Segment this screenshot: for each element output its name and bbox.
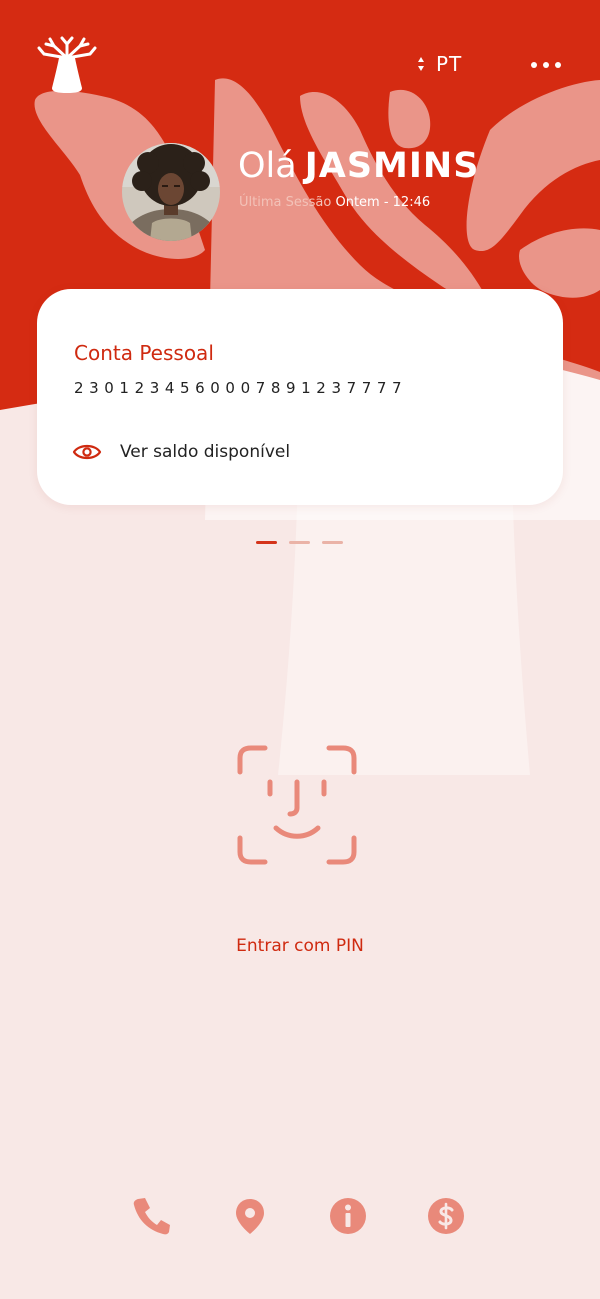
location-pin-icon[interactable] — [230, 1196, 270, 1236]
show-balance-label: Ver saldo disponível — [120, 442, 291, 462]
face-id-icon[interactable] — [236, 744, 358, 866]
more-options-icon[interactable] — [530, 58, 562, 72]
bank-logo-icon — [37, 36, 97, 93]
carousel-dot[interactable] — [322, 541, 343, 544]
eye-icon — [72, 444, 102, 460]
background-trunk-shape — [278, 470, 530, 775]
account-number: 2301234560007891237777 — [74, 379, 408, 397]
carousel-indicator — [256, 541, 343, 544]
user-name: JASMINS — [304, 146, 480, 186]
phone-icon[interactable] — [132, 1196, 172, 1236]
language-selector[interactable]: PT — [416, 50, 462, 78]
dollar-icon[interactable] — [426, 1196, 466, 1236]
greeting-label: Olá — [238, 146, 297, 186]
carousel-dot-active[interactable] — [256, 541, 277, 544]
show-balance-button[interactable]: Ver saldo disponível — [72, 439, 290, 465]
login-screen: PT Olá JASMINS Última Sessão Ontem - 12:4… — [0, 0, 600, 1299]
enter-with-pin-link[interactable]: Entrar com PIN — [0, 936, 600, 956]
last-session-value: Ontem - 12:46 — [335, 195, 431, 210]
carousel-dot[interactable] — [289, 541, 310, 544]
account-title: Conta Pessoal — [74, 341, 214, 365]
greeting: Olá JASMINS — [238, 146, 479, 186]
last-session-label: Última Sessão — [239, 195, 332, 210]
info-icon[interactable] — [328, 1196, 368, 1236]
sort-arrows-icon — [418, 57, 424, 71]
user-photo — [122, 143, 220, 241]
account-card[interactable]: Conta Pessoal 2301234560007891237777 Ver… — [37, 289, 563, 505]
language-label: PT — [436, 52, 463, 76]
avatar — [122, 143, 220, 241]
last-session-info: Última Sessão Ontem - 12:46 — [239, 195, 430, 210]
